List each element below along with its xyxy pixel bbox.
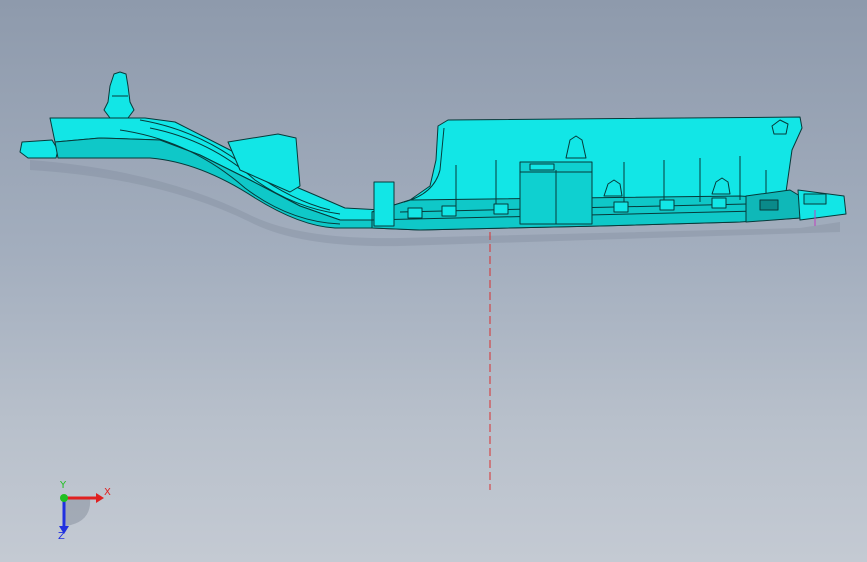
boss-6	[711, 197, 727, 209]
z-axis-label: Z	[58, 531, 65, 542]
left-arm-top	[49, 117, 421, 221]
right-end-slot	[759, 199, 779, 211]
boss-2	[441, 205, 457, 217]
part-model-view[interactable]	[0, 0, 867, 562]
boss-4	[613, 201, 629, 213]
right-connector-tab	[803, 193, 827, 205]
x-axis-label: X	[104, 487, 111, 498]
boss-1	[407, 207, 423, 219]
x-axis-head	[96, 493, 104, 503]
pocket-tab	[529, 163, 555, 171]
boss-3	[493, 203, 509, 215]
boss-5	[659, 199, 675, 211]
step-block	[373, 181, 395, 227]
left-clip-boss	[103, 71, 135, 119]
graphics-viewport[interactable]: X Y Z	[0, 0, 867, 562]
y-axis-dot	[60, 494, 68, 502]
part-body[interactable]	[19, 71, 847, 231]
triad-shadow	[64, 498, 91, 526]
y-axis-label: Y	[60, 480, 67, 491]
left-end-cap	[19, 139, 59, 159]
